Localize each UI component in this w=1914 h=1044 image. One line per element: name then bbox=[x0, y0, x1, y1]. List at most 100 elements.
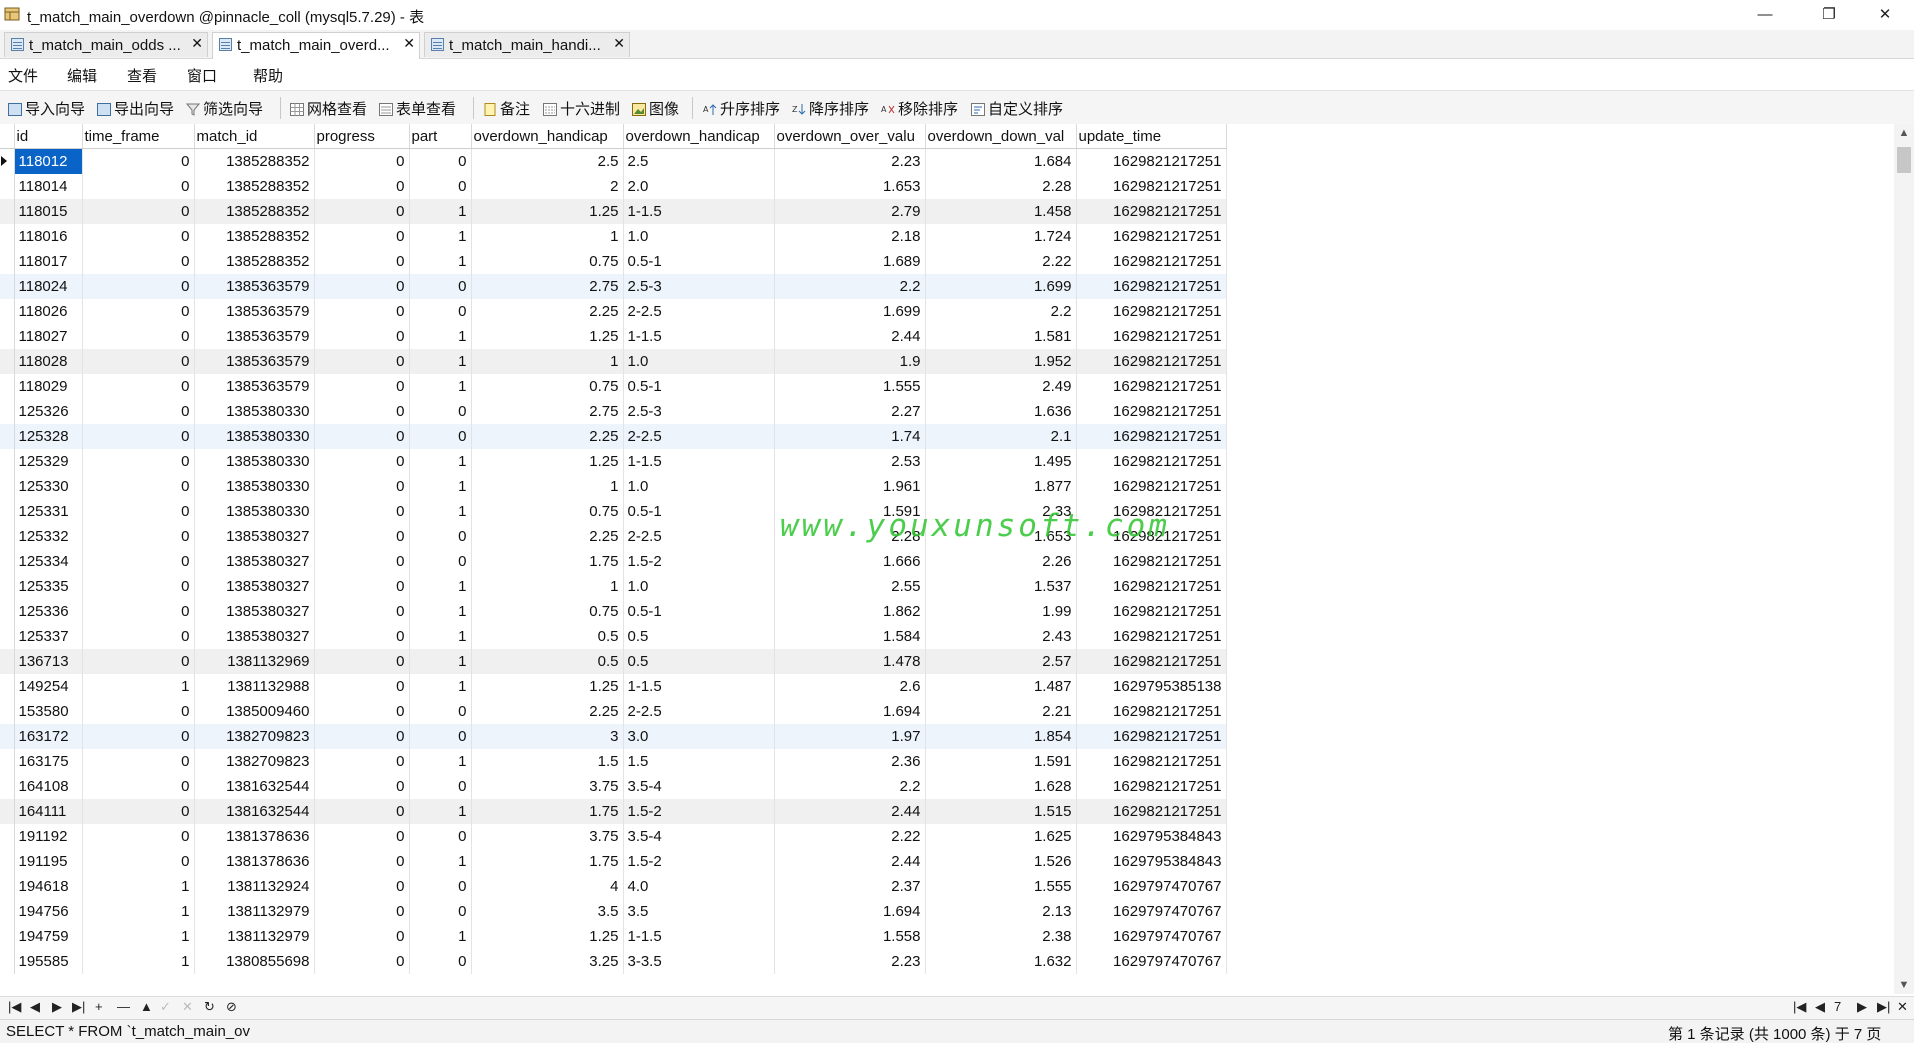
cell-overdown-handicap[interactable]: 1-1.5 bbox=[623, 674, 775, 699]
cell-overdown-down-val[interactable]: 1.625 bbox=[925, 824, 1077, 849]
sort-ascending-button[interactable]: A 升序排序 bbox=[703, 98, 780, 118]
cell-update-time[interactable]: 1629821217251 bbox=[1076, 474, 1227, 499]
last-page-icon[interactable]: ▶| bbox=[1877, 999, 1890, 1015]
cell-overdown-handicap[interactable]: 1.5 bbox=[623, 749, 775, 774]
scroll-thumb[interactable] bbox=[1897, 147, 1911, 173]
cell-progress[interactable]: 0 bbox=[314, 299, 410, 324]
column-header-overdown-down-val[interactable]: overdown_down_val bbox=[925, 124, 1077, 149]
data-grid[interactable]: id time_frame match_id progress part overdown… bbox=[0, 124, 1894, 976]
cell-overdown-handicap[interactable]: 0.75 bbox=[471, 249, 624, 274]
cell-overdown-over-valu[interactable]: 1.666 bbox=[774, 549, 926, 574]
cell-part[interactable]: 0 bbox=[409, 174, 472, 199]
cell-match-id[interactable]: 1382709823 bbox=[194, 724, 315, 749]
cell-progress[interactable]: 0 bbox=[314, 474, 410, 499]
table-row[interactable]: 118012 0 1385288352 0 0 2.5 2.5 2.23 1.684 162982… bbox=[0, 148, 1227, 174]
cell-part[interactable]: 1 bbox=[409, 749, 472, 774]
cell-match-id[interactable]: 1381132924 bbox=[194, 874, 315, 899]
table-row[interactable]: 163175 0 1382709823 0 1 1.5 1.5 2.36 1.591 162982… bbox=[0, 749, 1227, 774]
export-wizard-button[interactable]: 导出向导 bbox=[97, 98, 174, 118]
cell-part[interactable]: 0 bbox=[409, 299, 472, 324]
row-marker[interactable] bbox=[0, 949, 15, 974]
table-row[interactable]: 125336 0 1385380327 0 1 0.75 0.5-1 1.862 1.99 162… bbox=[0, 599, 1227, 624]
cell-overdown-handicap[interactable]: 1.0 bbox=[623, 474, 775, 499]
cell-match-id[interactable]: 1381132979 bbox=[194, 899, 315, 924]
sort-descending-button[interactable]: Z 降序排序 bbox=[792, 98, 869, 118]
cell-overdown-down-val[interactable]: 1.495 bbox=[925, 449, 1077, 474]
cell-update-time[interactable]: 1629821217251 bbox=[1076, 549, 1227, 574]
cell-id[interactable]: 194756 bbox=[14, 899, 83, 924]
cell-overdown-handicap[interactable]: 3-3.5 bbox=[623, 949, 775, 974]
cell-overdown-handicap[interactable]: 3.0 bbox=[623, 724, 775, 749]
table-row[interactable]: 149254 1 1381132988 0 1 1.25 1-1.5 2.6 1.487 1629… bbox=[0, 674, 1227, 699]
cell-part[interactable]: 0 bbox=[409, 899, 472, 924]
cell-update-time[interactable]: 1629821217251 bbox=[1076, 274, 1227, 299]
table-row[interactable]: 194759 1 1381132979 0 1 1.25 1-1.5 1.558 2.38 162… bbox=[0, 924, 1227, 949]
row-marker[interactable] bbox=[0, 349, 15, 374]
cell-overdown-handicap[interactable]: 1.25 bbox=[471, 674, 624, 699]
table-row[interactable]: 164111 0 1381632544 0 1 1.75 1.5-2 2.44 1.515 162… bbox=[0, 799, 1227, 824]
table-row[interactable]: 125337 0 1385380327 0 1 0.5 0.5 1.584 2.43 162982… bbox=[0, 624, 1227, 649]
cell-part[interactable]: 1 bbox=[409, 574, 472, 599]
table-row[interactable]: 153580 0 1385009460 0 0 2.25 2-2.5 1.694 2.21 162… bbox=[0, 699, 1227, 724]
cell-overdown-handicap[interactable]: 1.5 bbox=[471, 749, 624, 774]
cell-progress[interactable]: 0 bbox=[314, 349, 410, 374]
cell-update-time[interactable]: 1629821217251 bbox=[1076, 624, 1227, 649]
cell-overdown-down-val[interactable]: 1.526 bbox=[925, 849, 1077, 874]
cell-match-id[interactable]: 1382709823 bbox=[194, 749, 315, 774]
cell-progress[interactable]: 0 bbox=[314, 574, 410, 599]
cell-progress[interactable]: 0 bbox=[314, 949, 410, 974]
row-marker[interactable] bbox=[0, 774, 15, 799]
tab-overdown[interactable]: t_match_main_overd... ✕ bbox=[212, 32, 420, 59]
cell-overdown-handicap[interactable]: 1.5-2 bbox=[623, 849, 775, 874]
cell-time-frame[interactable]: 1 bbox=[82, 874, 195, 899]
cell-update-time[interactable]: 1629795384843 bbox=[1076, 849, 1227, 874]
cell-overdown-over-valu[interactable]: 1.862 bbox=[774, 599, 926, 624]
cell-overdown-over-valu[interactable]: 1.9 bbox=[774, 349, 926, 374]
cell-time-frame[interactable]: 1 bbox=[82, 899, 195, 924]
cell-overdown-down-val[interactable]: 1.555 bbox=[925, 874, 1077, 899]
cell-match-id[interactable]: 1385363579 bbox=[194, 324, 315, 349]
tab-close-icon[interactable]: ✕ bbox=[613, 35, 625, 52]
cell-overdown-down-val[interactable]: 1.684 bbox=[925, 148, 1077, 174]
cell-update-time[interactable]: 1629821217251 bbox=[1076, 324, 1227, 349]
cell-update-time[interactable]: 1629821217251 bbox=[1076, 574, 1227, 599]
row-marker[interactable] bbox=[0, 148, 15, 174]
cell-part[interactable]: 0 bbox=[409, 874, 472, 899]
cell-overdown-handicap[interactable]: 0.5-1 bbox=[623, 599, 775, 624]
cell-overdown-down-val[interactable]: 1.515 bbox=[925, 799, 1077, 824]
cell-id[interactable]: 125328 bbox=[14, 424, 83, 449]
cell-update-time[interactable]: 1629797470767 bbox=[1076, 899, 1227, 924]
filter-wizard-button[interactable]: 筛选向导 bbox=[185, 98, 263, 118]
row-marker[interactable] bbox=[0, 924, 15, 949]
cell-part[interactable]: 0 bbox=[409, 699, 472, 724]
column-header-id[interactable]: id bbox=[14, 124, 83, 149]
cell-time-frame[interactable]: 0 bbox=[82, 374, 195, 399]
table-row[interactable]: 194618 1 1381132924 0 0 4 4.0 2.37 1.555 16297974… bbox=[0, 874, 1227, 899]
cell-overdown-down-val[interactable]: 2.38 bbox=[925, 924, 1077, 949]
table-row[interactable]: 125334 0 1385380327 0 0 1.75 1.5-2 1.666 2.26 162… bbox=[0, 549, 1227, 574]
table-row[interactable]: 118026 0 1385363579 0 0 2.25 2-2.5 1.699 2.2 1629… bbox=[0, 299, 1227, 324]
table-row[interactable]: 125326 0 1385380330 0 0 2.75 2.5-3 2.27 1.636 162… bbox=[0, 399, 1227, 424]
cell-overdown-down-val[interactable]: 1.628 bbox=[925, 774, 1077, 799]
cell-update-time[interactable]: 1629821217251 bbox=[1076, 249, 1227, 274]
cell-time-frame[interactable]: 1 bbox=[82, 674, 195, 699]
cell-part[interactable]: 0 bbox=[409, 724, 472, 749]
cell-overdown-handicap[interactable]: 2.25 bbox=[471, 299, 624, 324]
cell-overdown-over-valu[interactable]: 1.97 bbox=[774, 724, 926, 749]
cell-id[interactable]: 153580 bbox=[14, 699, 83, 724]
cell-overdown-handicap[interactable]: 3.5-4 bbox=[623, 774, 775, 799]
cell-match-id[interactable]: 1380855698 bbox=[194, 949, 315, 974]
cell-overdown-handicap[interactable]: 1.25 bbox=[471, 449, 624, 474]
table-row[interactable]: 118016 0 1385288352 0 1 1 1.0 2.18 1.724 16298212… bbox=[0, 224, 1227, 249]
cell-overdown-handicap[interactable]: 1.0 bbox=[623, 349, 775, 374]
cell-part[interactable]: 0 bbox=[409, 524, 472, 549]
cell-time-frame[interactable]: 0 bbox=[82, 549, 195, 574]
cell-time-frame[interactable]: 0 bbox=[82, 699, 195, 724]
cell-match-id[interactable]: 1385363579 bbox=[194, 299, 315, 324]
cell-progress[interactable]: 0 bbox=[314, 449, 410, 474]
cell-overdown-handicap[interactable]: 1-1.5 bbox=[623, 924, 775, 949]
cell-overdown-handicap[interactable]: 1.5-2 bbox=[623, 549, 775, 574]
cell-overdown-down-val[interactable]: 1.699 bbox=[925, 274, 1077, 299]
column-header-progress[interactable]: progress bbox=[314, 124, 410, 149]
cell-overdown-handicap[interactable]: 0.5 bbox=[623, 624, 775, 649]
